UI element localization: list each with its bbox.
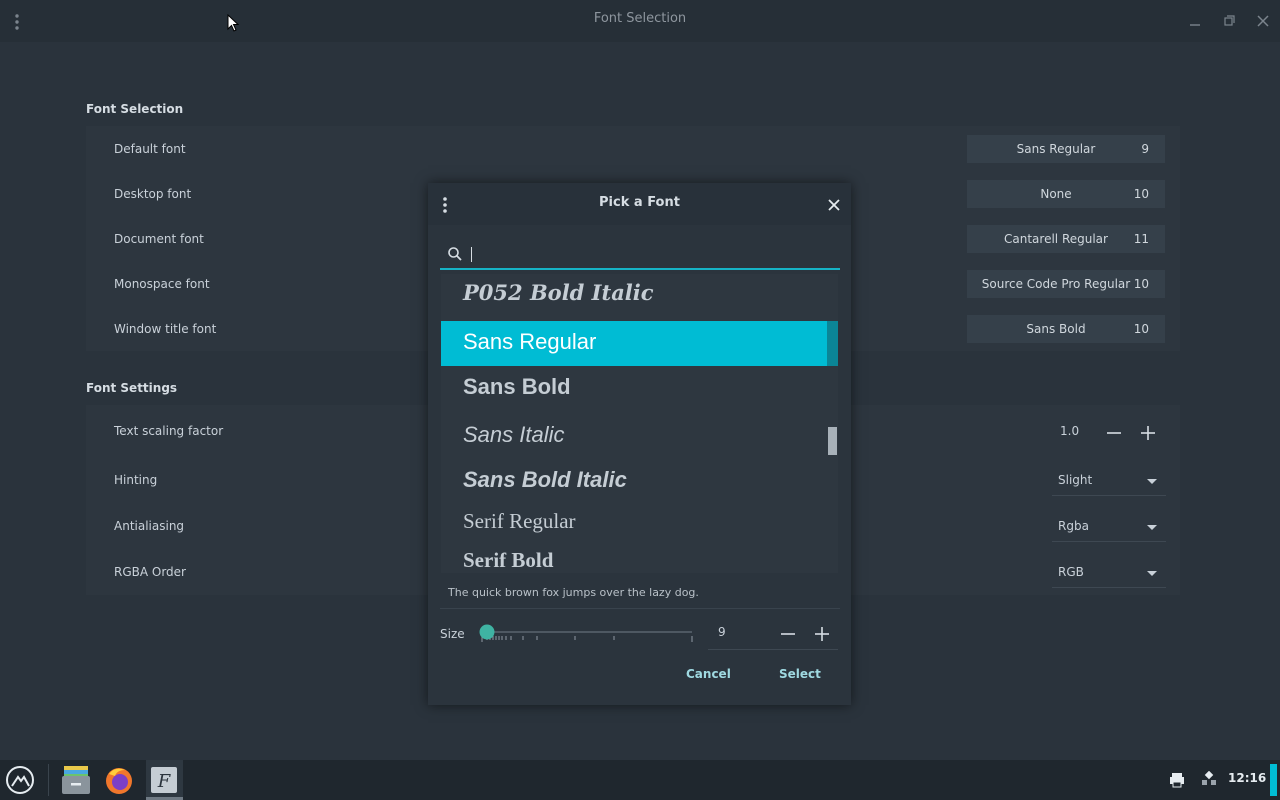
maximize-icon[interactable] xyxy=(1220,12,1238,30)
rgba-order-label: RGBA Order xyxy=(114,565,186,579)
search-icon xyxy=(448,247,462,261)
firefox-icon[interactable] xyxy=(103,764,135,796)
font-button-size: 10 xyxy=(1133,322,1149,336)
svg-text:F: F xyxy=(157,771,172,792)
network-icon[interactable] xyxy=(1200,771,1218,789)
font-preview-text: The quick brown fox jumps over the lazy … xyxy=(448,586,699,599)
default-font-button[interactable]: Sans Regular 9 xyxy=(967,135,1165,163)
size-minus-icon[interactable] xyxy=(779,625,797,643)
document-font-button[interactable]: Cantarell Regular 11 xyxy=(967,225,1165,253)
font-list-item[interactable]: P052 Bold Italic xyxy=(441,274,827,320)
font-list-item[interactable]: Serif Regular xyxy=(441,504,827,548)
pick-font-dialog: Pick a Font P052 Bold Italic Sans Regula… xyxy=(428,183,851,705)
rgba-order-dropdown[interactable]: RGB xyxy=(1052,556,1166,588)
text-scaling-label: Text scaling factor xyxy=(114,424,224,438)
taskbar xyxy=(0,760,1280,800)
document-font-label: Document font xyxy=(114,232,204,246)
window-title-font-label: Window title font xyxy=(114,322,217,336)
font-name: Sans Italic xyxy=(463,422,565,447)
dialog-close-icon[interactable] xyxy=(827,198,841,212)
size-slider[interactable] xyxy=(478,623,698,647)
size-value: 9 xyxy=(718,625,726,639)
font-search-input[interactable] xyxy=(440,240,840,270)
plus-icon[interactable] xyxy=(1139,424,1157,442)
window-title-font-button[interactable]: Sans Bold 10 xyxy=(967,315,1165,343)
font-name: Serif Bold xyxy=(463,548,554,572)
text-caret xyxy=(471,247,472,262)
clock: 12:16 xyxy=(1228,771,1267,785)
antialiasing-label: Antialiasing xyxy=(114,519,185,533)
chevron-down-icon xyxy=(1147,525,1157,530)
chevron-down-icon xyxy=(1147,571,1157,576)
size-plus-icon[interactable] xyxy=(813,625,831,643)
font-list-item[interactable]: Sans Italic xyxy=(441,414,827,460)
size-label: Size xyxy=(440,627,465,641)
font-name: Sans Bold xyxy=(463,374,571,399)
select-button[interactable]: Select xyxy=(779,667,821,681)
font-button-size: 9 xyxy=(1141,142,1149,156)
font-list[interactable]: P052 Bold Italic Sans Regular Sans Bold … xyxy=(441,274,838,573)
hinting-label: Hinting xyxy=(114,473,158,487)
monospace-font-label: Monospace font xyxy=(114,277,210,291)
font-button-name: Cantarell Regular xyxy=(1004,232,1108,246)
title-bar: Font Selection xyxy=(0,0,1280,42)
printer-icon[interactable] xyxy=(1168,771,1186,789)
desktop-font-label: Desktop font xyxy=(114,187,192,201)
scrollbar-selection-marker xyxy=(827,321,838,366)
font-name: P052 Bold Italic xyxy=(463,280,654,305)
font-settings-app-icon[interactable]: F xyxy=(148,764,180,796)
scrollbar-thumb[interactable] xyxy=(828,427,837,455)
close-icon[interactable] xyxy=(1254,12,1272,30)
font-button-size: 10 xyxy=(1133,277,1149,291)
font-button-name: Sans Bold xyxy=(1026,322,1086,336)
font-button-size: 10 xyxy=(1133,187,1149,201)
antialiasing-dropdown[interactable]: Rgba xyxy=(1052,510,1166,542)
antialiasing-value: Rgba xyxy=(1058,519,1089,533)
font-name: Sans Regular xyxy=(463,329,597,354)
size-spin-field[interactable]: 9 xyxy=(708,620,838,650)
desktop-font-button[interactable]: None 10 xyxy=(967,180,1165,208)
font-button-name: Sans Regular xyxy=(1016,142,1096,156)
app-menu-icon[interactable] xyxy=(4,764,36,796)
dialog-title: Pick a Font xyxy=(599,195,680,210)
section-title-font-selection: Font Selection xyxy=(86,102,184,116)
font-list-item-selected[interactable]: Sans Regular xyxy=(441,321,827,366)
window-title: Font Selection xyxy=(593,11,687,26)
font-name: Serif Regular xyxy=(463,509,576,533)
dialog-header: Pick a Font xyxy=(428,183,851,225)
text-scaling-value[interactable]: 1.0 xyxy=(1060,424,1079,438)
font-list-scrollbar[interactable] xyxy=(827,274,838,573)
taskbar-separator xyxy=(48,764,49,796)
minus-icon[interactable] xyxy=(1105,424,1123,442)
font-button-size: 11 xyxy=(1133,232,1149,246)
font-name: Sans Bold Italic xyxy=(463,467,627,492)
minimize-icon[interactable] xyxy=(1186,12,1204,30)
default-font-label: Default font xyxy=(114,142,186,156)
rgba-order-value: RGB xyxy=(1058,565,1084,579)
font-button-name: None xyxy=(1040,187,1072,201)
file-manager-icon[interactable] xyxy=(60,764,92,796)
chevron-down-icon xyxy=(1147,479,1157,484)
font-button-name: Source Code Pro Regular xyxy=(981,277,1131,291)
show-desktop-button[interactable] xyxy=(1270,764,1277,796)
section-title-font-settings: Font Settings xyxy=(86,381,178,395)
font-list-item[interactable]: Sans Bold xyxy=(441,366,827,414)
font-list-item[interactable]: Sans Bold Italic xyxy=(441,460,827,504)
hinting-value: Slight xyxy=(1058,473,1093,487)
divider xyxy=(440,608,840,609)
monospace-font-button[interactable]: Source Code Pro Regular 10 xyxy=(967,270,1165,298)
cancel-button[interactable]: Cancel xyxy=(686,667,731,681)
hinting-dropdown[interactable]: Slight xyxy=(1052,464,1166,496)
font-list-item[interactable]: Serif Bold xyxy=(441,548,827,573)
mouse-cursor-icon xyxy=(227,14,239,32)
